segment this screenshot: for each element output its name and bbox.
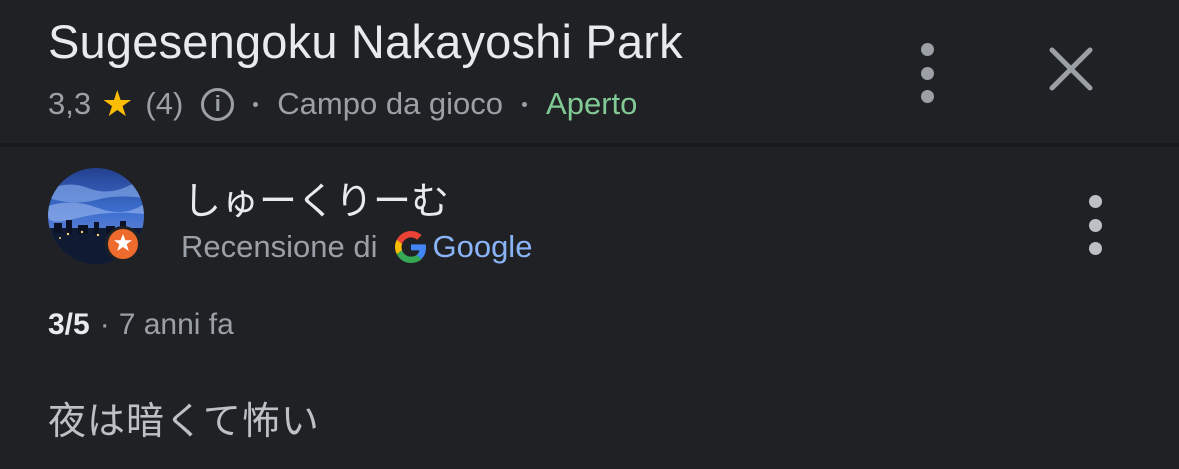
review-count[interactable]: (4) [145,86,183,122]
more-options-button[interactable] [907,43,947,103]
google-g-icon [395,231,427,263]
more-vert-icon-dot [920,43,934,56]
review-time: 7 anni fa [118,308,234,341]
separator-dot [522,101,528,107]
more-vert-icon-dot [1088,195,1102,208]
more-vert-icon-dot [920,66,934,80]
review-source: Recensione di Google [181,226,532,268]
more-vert-icon-dot [920,90,934,103]
review-rating-line: 3/5 · 7 anni fa [48,308,234,342]
more-vert-icon-dot [1088,218,1102,232]
place-meta-row: 3,3 ★ (4) i Campo da gioco Aperto [48,84,637,124]
place-category: Campo da gioco [277,86,504,121]
star-icon: ★ [101,83,134,124]
place-title: Sugesengoku Nakayoshi Park [48,15,683,68]
info-icon[interactable]: i [201,87,235,121]
separator-dot [253,101,259,107]
reviewer-name[interactable]: しゅーくりーむ [183,170,449,225]
local-guide-badge-icon [105,226,141,262]
review-score: 3/5 [48,308,90,341]
place-header: Sugesengoku Nakayoshi Park 3,3 ★ (4) i C… [0,0,1179,143]
review-text: 夜は暗くて怖い [48,401,320,443]
open-status: Aperto [546,86,638,121]
rating-value: 3,3 [48,86,92,121]
review-source-google[interactable]: Google [432,229,532,265]
place-review-card: Sugesengoku Nakayoshi Park 3,3 ★ (4) i C… [0,0,1179,469]
review-source-label: Recensione di [181,229,378,264]
section-divider [0,143,1179,147]
review-more-options-button[interactable] [1075,195,1115,255]
close-icon [1049,47,1093,91]
more-vert-icon-dot [1088,242,1102,255]
close-button[interactable] [1046,44,1096,94]
separator: · [99,308,110,341]
